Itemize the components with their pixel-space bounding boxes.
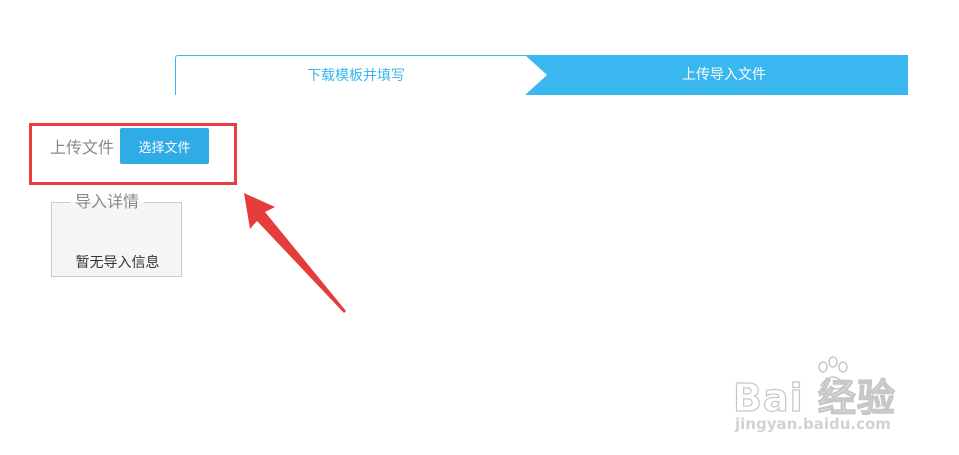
upload-file-label: 上传文件 — [50, 138, 115, 157]
baidu-watermark: Bai 经验 jingyan.baidu.com — [732, 355, 943, 440]
import-steps: 下载模板并填写 上传导入文件 — [175, 55, 908, 95]
step-download-template-label: 下载模板并填写 — [307, 68, 405, 84]
watermark-url: jingyan.baidu.com — [735, 415, 891, 433]
choose-file-button[interactable]: 选择文件 — [120, 128, 210, 164]
baidu-paw-icon — [818, 356, 848, 390]
step-download-template[interactable]: 下载模板并填写 — [175, 55, 526, 95]
watermark-brand: Bai 经验 — [732, 375, 896, 420]
import-details-panel: 导入详情 暂无导入信息 — [51, 193, 182, 277]
annotation-arrow-icon — [244, 193, 346, 313]
upload-row: 上传文件 选择文件 — [50, 128, 210, 164]
step-upload-file[interactable]: 上传导入文件 — [525, 55, 908, 95]
import-empty-message: 暂无导入信息 — [75, 255, 160, 271]
import-details-legend: 导入详情 — [75, 192, 140, 211]
step-upload-file-label: 上传导入文件 — [682, 67, 766, 83]
